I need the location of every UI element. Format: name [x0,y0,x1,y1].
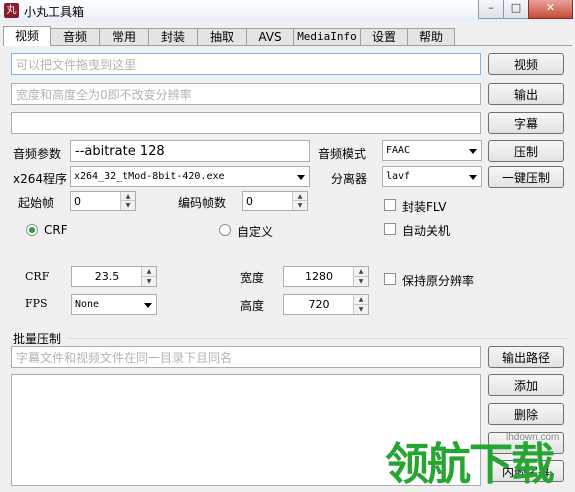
tab-common[interactable]: 常用 [99,28,149,45]
splitter-label: 分离器 [331,172,368,186]
output-button[interactable]: 输出 [488,83,564,105]
keep-resolution-label: 保持原分辨率 [402,274,475,288]
batch-label: 批量压制 [13,332,62,346]
encode-frames-label: 编码帧数 [178,196,227,210]
crf-radio-label: CRF [44,223,68,237]
audio-params-label: 音频参数 [13,147,62,161]
crf-stepper[interactable]: 23.5 ▲ ▼ [71,266,157,287]
width-label: 宽度 [240,271,265,285]
start-frame-label: 起始帧 [18,196,55,210]
start-frame-stepper[interactable]: 0 ▲ ▼ [70,191,136,211]
batch-hint-input[interactable]: 字幕文件和视频文件在同一目录下且同名 [11,346,481,368]
spin-down-icon[interactable]: ▼ [293,201,307,210]
subtitle-file-input[interactable] [11,112,481,134]
batch-divider [68,338,568,339]
app-icon: 丸 [4,3,19,18]
chevron-down-icon [469,148,477,154]
spin-down-icon[interactable]: ▼ [354,304,368,314]
shutdown-label: 自动关机 [402,224,451,238]
spin-up-icon[interactable]: ▲ [142,267,156,277]
width-stepper[interactable]: 1280 ▲ ▼ [283,266,369,287]
spin-up-icon[interactable]: ▲ [354,295,368,305]
tab-video[interactable]: 视频 [3,26,51,46]
audio-params-input[interactable]: --abitrate 128 [70,140,310,162]
chevron-down-icon [144,302,152,308]
tab-mediainfo[interactable]: MediaInfo [293,28,361,45]
output-path-button[interactable]: 输出路径 [488,346,564,368]
tab-settings[interactable]: 设置 [360,28,408,45]
spin-up-icon[interactable]: ▲ [293,192,307,201]
watermark-url: lhdown.com [506,432,560,443]
spin-up-icon[interactable]: ▲ [121,192,135,201]
add-button[interactable]: 添加 [488,374,564,396]
tab-avs[interactable]: AVS [246,28,294,45]
spin-up-icon[interactable]: ▲ [354,267,368,277]
delete-button[interactable]: 删除 [488,403,564,425]
close-icon[interactable]: ✕ [528,0,573,19]
crf-label: CRF [25,270,50,283]
output-file-input[interactable]: 宽度和高度全为0即不改变分辨率 [11,83,481,105]
x264-program-select[interactable]: x264_32_tMod-8bit-420.exe [70,166,310,187]
chevron-down-icon [297,174,305,180]
keep-resolution-checkbox[interactable] [384,273,396,285]
maximize-icon[interactable]: □ [503,0,529,19]
splitter-select[interactable]: lavf [382,166,482,187]
compress-button[interactable]: 压制 [488,140,564,162]
crf-radio[interactable] [26,224,38,236]
custom-radio-label: 自定义 [237,225,274,239]
audio-mode-select[interactable]: FAAC [382,140,482,161]
fps-select[interactable]: None [71,294,157,315]
tab-help[interactable]: 帮助 [407,28,455,45]
spin-down-icon[interactable]: ▼ [142,276,156,286]
spin-down-icon[interactable]: ▼ [354,276,368,286]
subtitle-button[interactable]: 字幕 [488,112,564,134]
tab-extract[interactable]: 抽取 [197,28,247,45]
one-click-compress-button[interactable]: 一键压制 [488,166,564,188]
tab-audio[interactable]: 音频 [50,28,100,45]
height-stepper[interactable]: 720 ▲ ▼ [283,294,369,315]
encode-frames-stepper[interactable]: 0 ▲ ▼ [242,191,308,211]
flv-label: 封装FLV [402,200,447,214]
x264-program-label: x264程序 [13,172,68,186]
audio-mode-label: 音频模式 [318,147,367,161]
video-file-input[interactable]: 可以把文件拖曳到这里 [11,53,481,75]
custom-radio[interactable] [219,224,231,236]
tab-mux[interactable]: 封装 [148,28,198,45]
height-label: 高度 [240,299,265,313]
minimize-icon[interactable]: – [478,0,504,19]
flv-checkbox[interactable] [384,199,396,211]
fps-label: FPS [25,297,48,310]
chevron-down-icon [469,174,477,180]
window-title: 小丸工具箱 [24,5,85,19]
video-button[interactable]: 视频 [488,53,564,75]
spin-down-icon[interactable]: ▼ [121,201,135,210]
shutdown-checkbox[interactable] [384,223,396,235]
tab-divider [3,45,572,46]
